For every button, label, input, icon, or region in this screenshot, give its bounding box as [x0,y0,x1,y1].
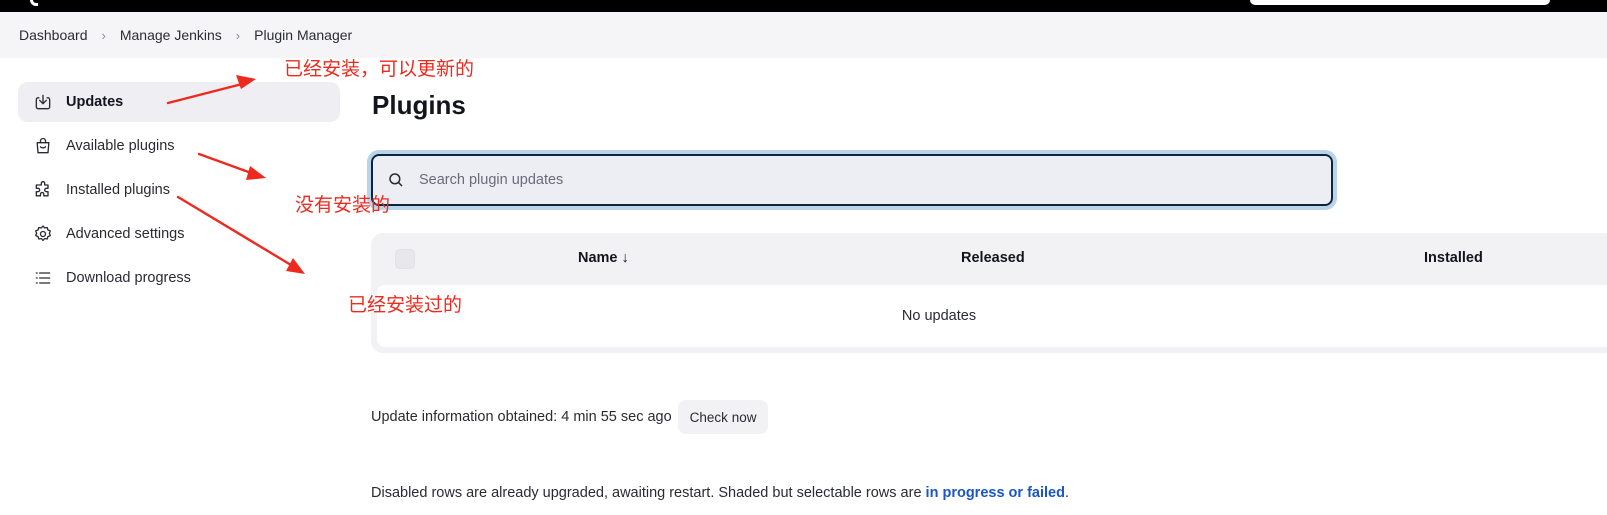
sidebar-item-updates[interactable]: Updates [18,82,340,122]
sidebar-item-download-progress[interactable]: Download progress [18,258,340,298]
chevron-right-icon: › [235,27,241,43]
update-info-row: Update information obtained: 4 min 55 se… [371,400,769,434]
page-title: Plugins [372,90,466,120]
search-field[interactable] [371,154,1333,206]
column-name[interactable]: Name ↓ [578,250,629,266]
annotation-installed: 已经安装过的 [348,294,463,316]
gear-icon [32,223,54,245]
check-now-button[interactable]: Check now [677,400,769,434]
jenkins-logo[interactable] [30,0,38,6]
select-all-checkbox[interactable] [395,249,415,269]
table-header: Name ↓ Released Installed [371,233,1607,285]
breadcrumb: Dashboard › Manage Jenkins › Plugin Mana… [0,12,1607,58]
sidebar: Updates Available plugins Installed plug… [18,82,340,302]
sidebar-item-label: Available plugins [66,138,175,154]
sidebar-item-label: Installed plugins [66,182,170,198]
table-empty-row: No updates [377,285,1607,347]
sidebar-item-advanced-settings[interactable]: Advanced settings [18,214,340,254]
search-input[interactable] [419,172,1269,188]
update-info-text: Update information obtained: 4 min 55 se… [371,409,672,425]
search-focus-ring [367,150,1337,210]
shopping-bag-icon [32,135,54,157]
column-installed[interactable]: Installed [1424,250,1483,266]
annotation-available: 没有安装的 [295,194,391,216]
annotation-updates: 已经安装，可以更新的 [284,58,475,80]
sidebar-item-available-plugins[interactable]: Available plugins [18,126,340,166]
sidebar-item-label: Advanced settings [66,226,185,242]
chevron-right-icon: › [101,27,106,43]
footer-text: Disabled rows are already upgraded, awai… [371,485,926,501]
puzzle-icon [32,179,54,201]
column-released[interactable]: Released [961,250,1025,266]
global-search-box[interactable] [1250,0,1550,5]
breadcrumb-manage-jenkins[interactable]: Manage Jenkins [120,27,222,43]
search-icon [389,173,403,187]
breadcrumb-dashboard[interactable]: Dashboard [19,27,88,43]
footer-note: Disabled rows are already upgraded, awai… [371,485,1069,501]
plugin-updates-table: Name ↓ Released Installed No updates [371,233,1607,353]
sidebar-item-installed-plugins[interactable]: Installed plugins [18,170,340,210]
top-header-bar [0,0,1607,12]
list-icon [32,267,54,289]
in-progress-or-failed-link[interactable]: in progress or failed [926,485,1065,501]
sidebar-item-label: Download progress [66,270,191,286]
empty-state-text: No updates [901,308,977,324]
breadcrumb-plugin-manager[interactable]: Plugin Manager [254,27,352,43]
footer-period: . [1064,485,1069,501]
download-icon [32,91,54,113]
header-edge [1591,0,1607,12]
sidebar-item-label: Updates [66,94,124,110]
